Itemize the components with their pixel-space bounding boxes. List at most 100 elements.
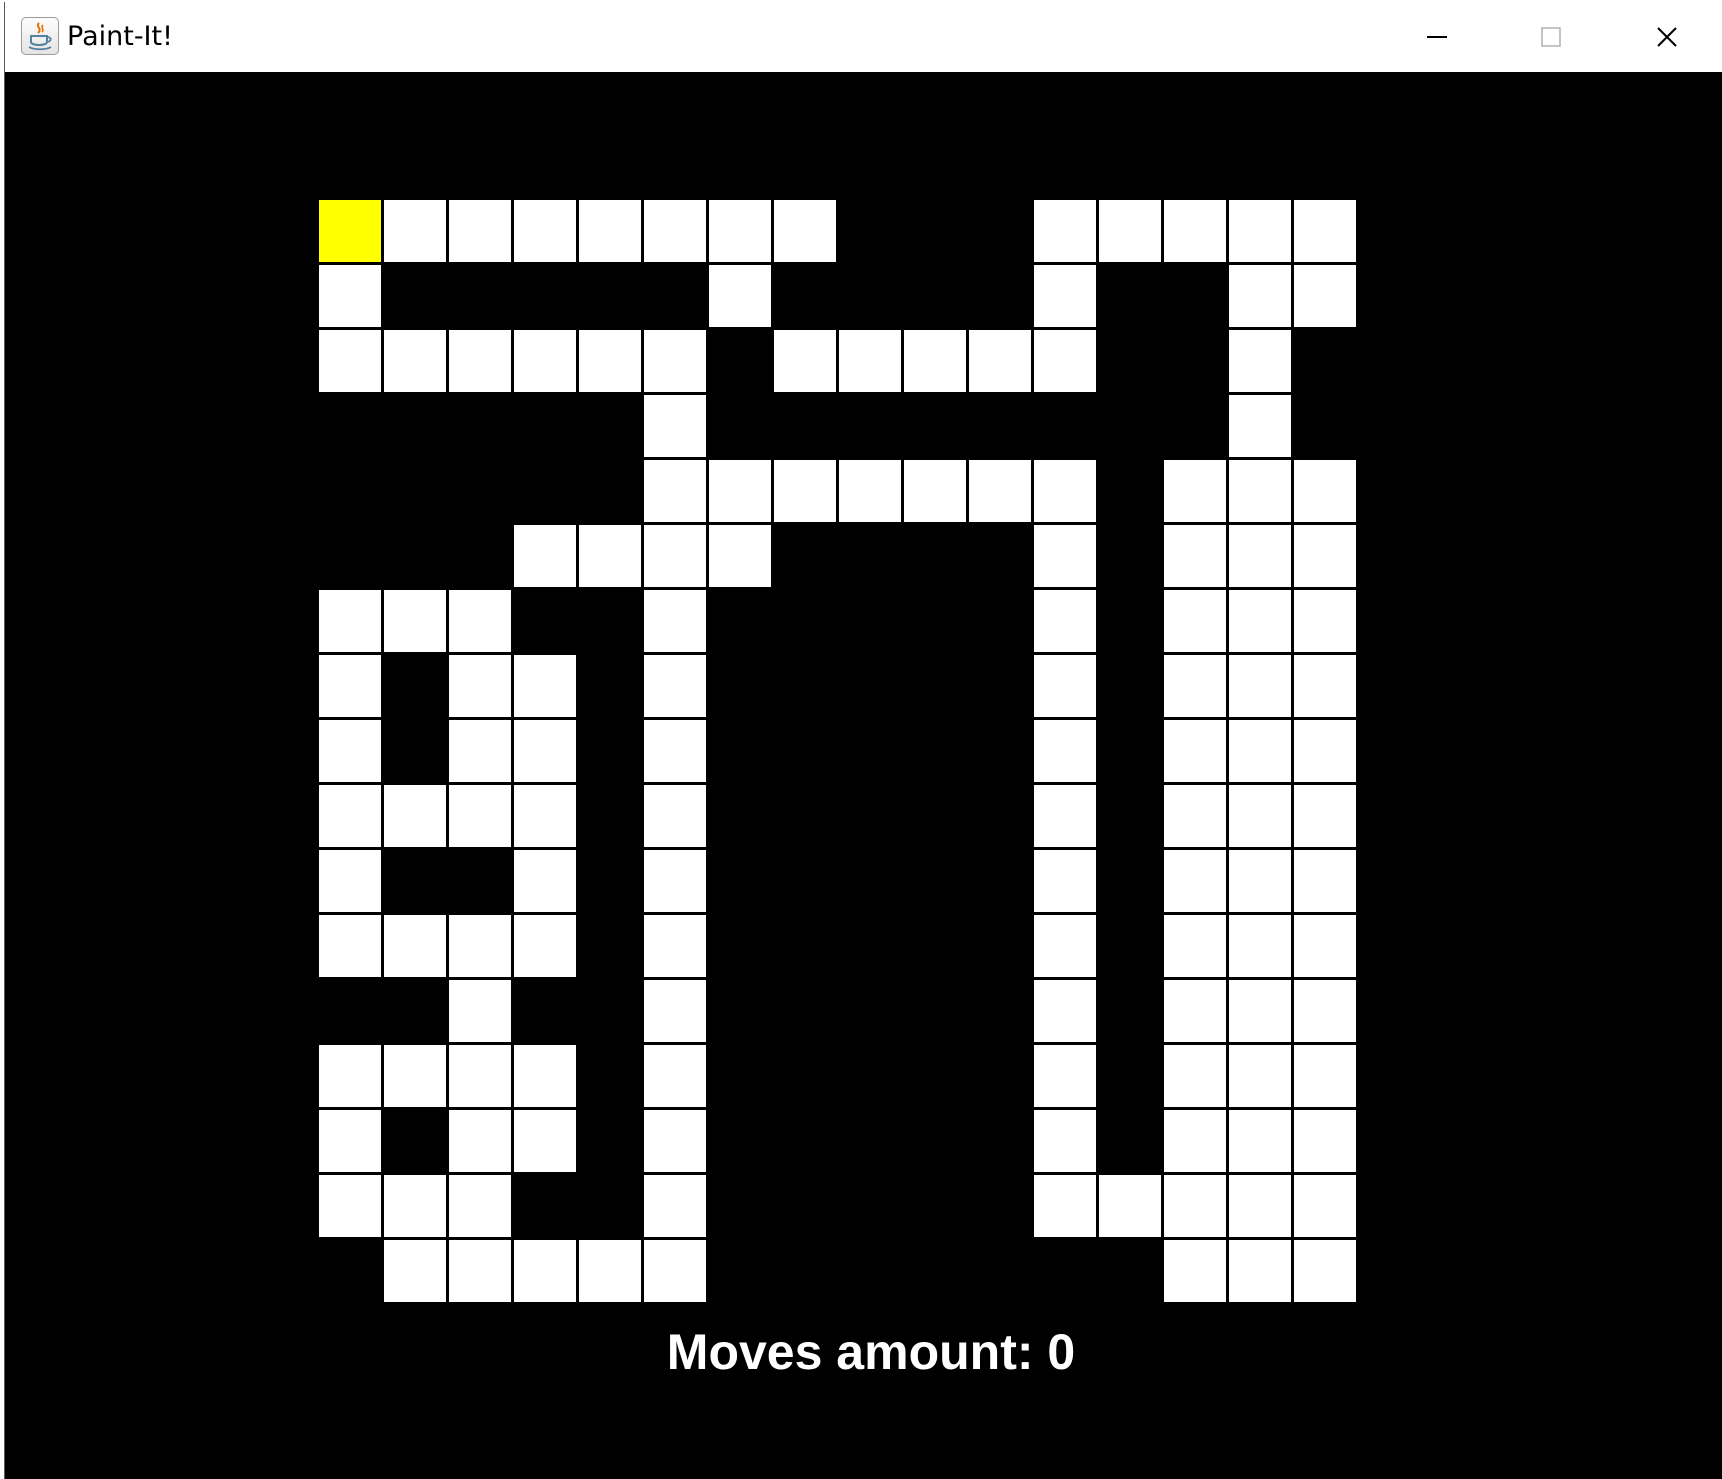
grid-cell [774,460,836,522]
game-window: Paint-It! Moves amount: 0 [4,2,1722,1479]
grid-cell [1164,720,1226,782]
grid-cell [1099,200,1161,262]
grid-cell [1229,850,1291,912]
java-cup-icon [21,17,59,55]
grid-cell [1229,980,1291,1042]
grid-cell [1294,525,1356,587]
grid-cell [644,395,706,457]
grid-cell [1034,850,1096,912]
grid-cell [1229,1045,1291,1107]
grid-cell [644,915,706,977]
grid-cell [449,655,511,717]
grid-cell [384,915,446,977]
grid-cell [644,330,706,392]
grid-cell [1164,850,1226,912]
grid-cell [644,720,706,782]
grid-cell [1294,720,1356,782]
grid-cell [644,1175,706,1237]
maximize-button[interactable] [1493,2,1609,72]
grid-cell [644,785,706,847]
grid-cell [319,655,381,717]
grid-cell [319,590,381,652]
grid-cell [1034,655,1096,717]
window-title: Paint-It! [67,21,173,52]
grid-cell [514,525,576,587]
close-button[interactable] [1609,2,1722,72]
grid-cell [774,200,836,262]
grid-cell [1164,590,1226,652]
grid-cell [1229,525,1291,587]
grid-cell [1164,915,1226,977]
grid-cell [1229,1175,1291,1237]
grid-cell [1034,200,1096,262]
grid-cell [1164,200,1226,262]
grid-cell [384,785,446,847]
grid-cell [1034,1175,1096,1237]
grid-cell [969,460,1031,522]
grid-cell [449,1110,511,1172]
grid-cell [1229,720,1291,782]
grid-cell [514,655,576,717]
grid-cell [1034,785,1096,847]
grid-cell [839,330,901,392]
grid-cell [1099,1175,1161,1237]
grid-cell [644,980,706,1042]
grid-cell [514,1110,576,1172]
grid-cell [449,1240,511,1302]
grid-cell [319,850,381,912]
grid-cell [644,850,706,912]
grid-cell [1034,980,1096,1042]
grid-cell [644,590,706,652]
grid-cell [579,200,641,262]
grid-cell [1294,850,1356,912]
grid-cell [1229,330,1291,392]
grid-cell [1294,915,1356,977]
grid-cell [1229,590,1291,652]
grid-cell [1164,1110,1226,1172]
grid-cell [1164,1240,1226,1302]
grid-cell [709,200,771,262]
grid-cell [1229,460,1291,522]
grid-cell [644,525,706,587]
grid-cell [904,330,966,392]
grid-cell [1229,200,1291,262]
painted-cell [319,200,381,262]
grid-cell [319,720,381,782]
grid-cell [644,655,706,717]
grid-cell [1164,785,1226,847]
grid-cell [384,590,446,652]
grid-cell [514,850,576,912]
game-board[interactable] [319,200,1359,1305]
grid-cell [1229,1240,1291,1302]
grid-cell [449,1175,511,1237]
grid-cell [1164,655,1226,717]
grid-cell [449,590,511,652]
minimize-button[interactable] [1379,2,1495,72]
grid-cell [1164,525,1226,587]
grid-cell [1294,1110,1356,1172]
grid-cell [1294,460,1356,522]
grid-cell [384,1045,446,1107]
grid-cell [1034,590,1096,652]
grid-cell [1294,590,1356,652]
grid-cell [1034,720,1096,782]
grid-cell [1294,1175,1356,1237]
grid-cell [904,460,966,522]
grid-cell [1034,915,1096,977]
title-bar[interactable]: Paint-It! [5,2,1722,72]
game-canvas[interactable] [5,72,1722,1479]
grid-cell [449,200,511,262]
grid-cell [514,330,576,392]
grid-cell [579,525,641,587]
grid-cell [514,915,576,977]
grid-cell [514,200,576,262]
grid-cell [384,1240,446,1302]
grid-cell [774,330,836,392]
grid-cell [1294,1045,1356,1107]
grid-cell [1034,525,1096,587]
grid-cell [449,720,511,782]
grid-cell [1294,1240,1356,1302]
moves-counter: Moves amount: 0 [666,1324,1076,1380]
grid-cell [644,1045,706,1107]
grid-cell [384,200,446,262]
